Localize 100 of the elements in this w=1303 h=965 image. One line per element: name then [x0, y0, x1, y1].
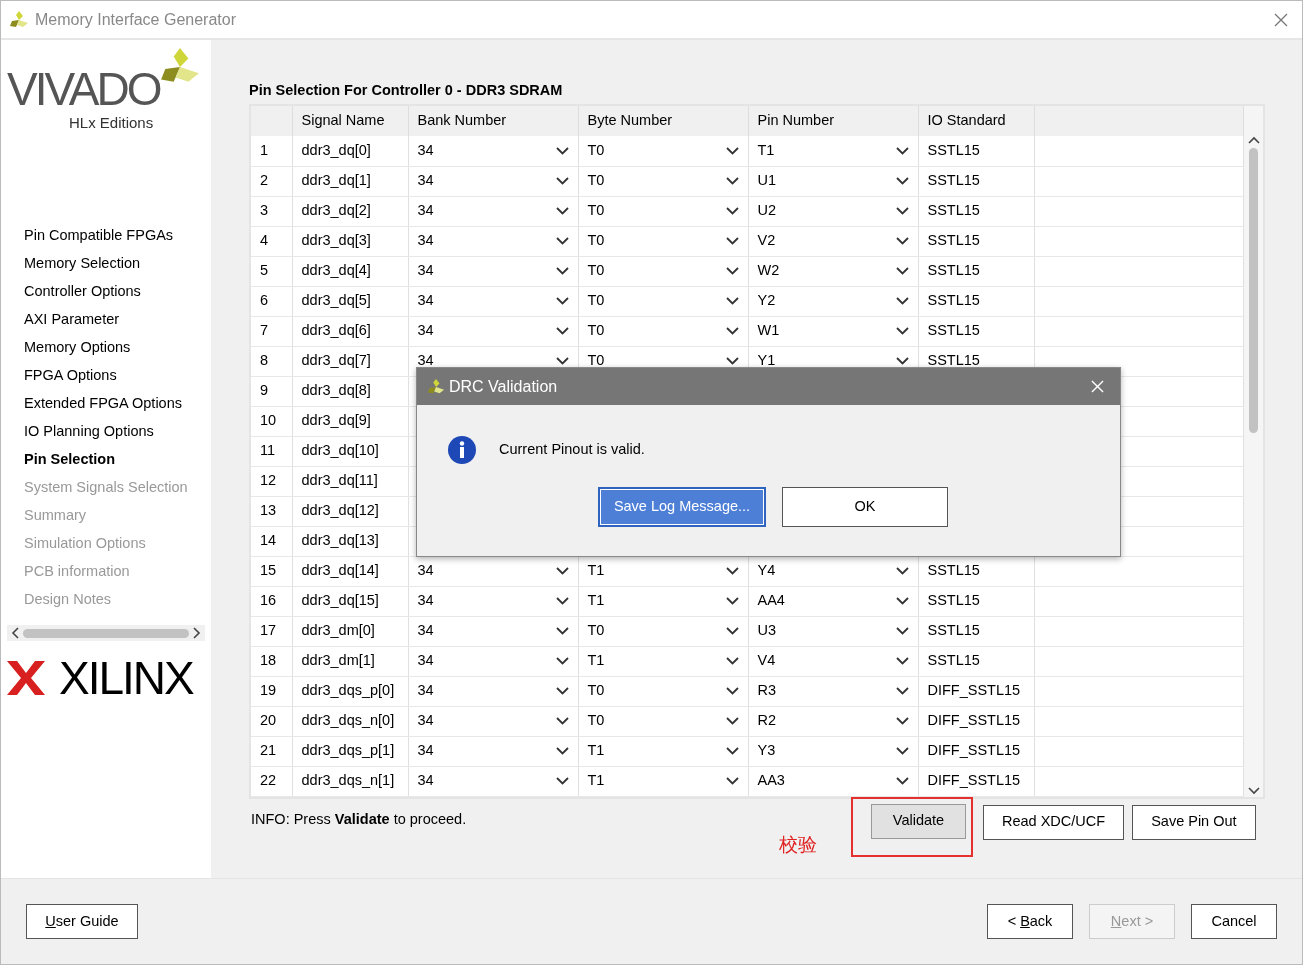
dropdown-cell[interactable]: V2 [748, 226, 918, 256]
dropdown-cell[interactable]: 34 [408, 256, 578, 286]
table-cell: ddr3_dq[3] [292, 226, 408, 256]
chevron-icon [895, 747, 909, 755]
dropdown-cell[interactable]: 34 [408, 586, 578, 616]
dialog-button[interactable]: OK [782, 487, 948, 527]
info-icon [447, 435, 477, 465]
dropdown-cell[interactable]: Y2 [748, 286, 918, 316]
chevron-icon [555, 357, 569, 365]
dropdown-cell[interactable]: U1 [748, 166, 918, 196]
column-header[interactable]: Bank Number [408, 106, 578, 136]
chevron-icon [555, 267, 569, 275]
dropdown-cell[interactable]: 34 [408, 766, 578, 796]
chevron-icon [895, 657, 909, 665]
scroll-down-icon[interactable] [1247, 786, 1260, 795]
dropdown-cell[interactable]: R2 [748, 706, 918, 736]
wizard-step[interactable]: Memory Selection [1, 249, 211, 277]
table-cell: SSTL15 [918, 646, 1034, 676]
dropdown-cell[interactable]: R3 [748, 676, 918, 706]
chevron-icon [725, 597, 739, 605]
dropdown-cell[interactable]: T0 [578, 706, 748, 736]
wizard-step[interactable]: FPGA Options [1, 361, 211, 389]
close-icon[interactable] [1274, 12, 1288, 27]
dropdown-cell[interactable]: 34 [408, 316, 578, 346]
dropdown-cell[interactable]: Y3 [748, 736, 918, 766]
dropdown-cell[interactable]: T0 [578, 256, 748, 286]
table-cell: SSTL15 [918, 586, 1034, 616]
dropdown-cell[interactable]: T0 [578, 616, 748, 646]
scroll-left-icon[interactable] [11, 627, 19, 639]
row-number: 2 [251, 166, 292, 196]
wizard-step[interactable]: Memory Options [1, 333, 211, 361]
table-cell: ddr3_dm[0] [292, 616, 408, 646]
row-number: 14 [251, 526, 292, 556]
dropdown-cell[interactable]: AA4 [748, 586, 918, 616]
dropdown-cell[interactable]: W2 [748, 256, 918, 286]
row-number: 22 [251, 766, 292, 796]
chevron-icon [555, 237, 569, 245]
section-heading: Pin Selection For Controller 0 - DDR3 SDRAM [249, 81, 564, 98]
dropdown-cell[interactable]: 34 [408, 166, 578, 196]
footer-button[interactable]: User Guide [26, 904, 138, 939]
dropdown-cell[interactable]: T0 [578, 316, 748, 346]
table-cell: ddr3_dq[9] [292, 406, 408, 436]
dropdown-cell[interactable]: T0 [578, 136, 748, 166]
horizontal-scrollbar[interactable] [7, 625, 205, 641]
dropdown-cell[interactable]: 34 [408, 226, 578, 256]
chevron-icon [895, 777, 909, 785]
dropdown-cell[interactable]: AA3 [748, 766, 918, 796]
action-button[interactable]: Read XDC/UCF [983, 804, 1125, 840]
dropdown-cell[interactable]: 34 [408, 616, 578, 646]
dropdown-cell[interactable]: W1 [748, 316, 918, 346]
dialog-button[interactable]: Save Log Message... [598, 487, 766, 527]
chevron-icon [725, 177, 739, 185]
wizard-step[interactable]: Pin Selection [1, 445, 211, 473]
chevron-icon [895, 327, 909, 335]
chevron-icon [725, 567, 739, 575]
footer-button[interactable]: Cancel [1191, 904, 1277, 939]
column-header[interactable]: IO Standard [918, 106, 1034, 136]
dropdown-cell[interactable]: 34 [408, 286, 578, 316]
wizard-step[interactable]: Controller Options [1, 277, 211, 305]
dropdown-cell[interactable]: U2 [748, 196, 918, 226]
scroll-up-icon[interactable] [1247, 136, 1260, 144]
chevron-icon [895, 237, 909, 245]
table-cell: ddr3_dqs_n[1] [292, 766, 408, 796]
dropdown-cell[interactable]: T1 [578, 586, 748, 616]
table-cell: ddr3_dq[13] [292, 526, 408, 556]
dropdown-cell[interactable]: T0 [578, 676, 748, 706]
annotation-label: 校验 [779, 832, 818, 857]
table-cell: DIFF_SSTL15 [918, 766, 1034, 796]
scroll-right-icon[interactable] [193, 627, 201, 639]
dropdown-cell[interactable]: T1 [578, 736, 748, 766]
dropdown-cell[interactable]: 34 [408, 196, 578, 226]
chevron-icon [555, 597, 569, 605]
dropdown-cell[interactable]: T0 [578, 226, 748, 256]
dropdown-cell[interactable]: T1 [748, 136, 918, 166]
dropdown-cell[interactable]: T1 [578, 646, 748, 676]
wizard-step[interactable]: AXI Parameter [1, 305, 211, 333]
dropdown-cell[interactable]: T1 [578, 766, 748, 796]
wizard-step[interactable]: Extended FPGA Options [1, 389, 211, 417]
action-button[interactable]: Save Pin Out [1132, 804, 1256, 840]
dropdown-cell[interactable]: 34 [408, 136, 578, 166]
footer-button[interactable]: < Back [987, 904, 1073, 939]
column-header[interactable]: Byte Number [578, 106, 748, 136]
dropdown-cell[interactable]: 34 [408, 736, 578, 766]
column-header[interactable]: Pin Number [748, 106, 918, 136]
action-button[interactable]: Validate [871, 803, 966, 839]
scroll-thumb[interactable] [1249, 148, 1258, 433]
dropdown-cell[interactable]: 34 [408, 676, 578, 706]
dropdown-cell[interactable]: V4 [748, 646, 918, 676]
dropdown-cell[interactable]: 34 [408, 646, 578, 676]
wizard-step[interactable]: Pin Compatible FPGAs [1, 221, 211, 249]
dropdown-cell[interactable]: T0 [578, 166, 748, 196]
chevron-icon [725, 207, 739, 215]
chevron-icon [725, 297, 739, 305]
row-number: 13 [251, 496, 292, 526]
wizard-step[interactable]: IO Planning Options [1, 417, 211, 445]
dropdown-cell[interactable]: 34 [408, 706, 578, 736]
dropdown-cell[interactable]: T0 [578, 286, 748, 316]
dropdown-cell[interactable]: T0 [578, 196, 748, 226]
dropdown-cell[interactable]: U3 [748, 616, 918, 646]
column-header[interactable]: Signal Name [292, 106, 408, 136]
